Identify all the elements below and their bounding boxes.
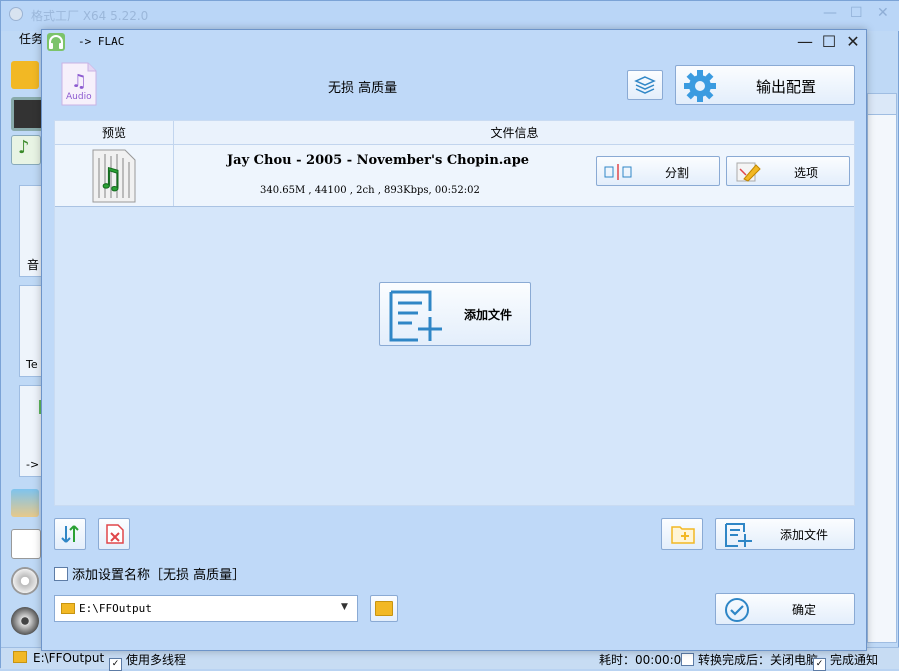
folder-icon[interactable]: [11, 61, 39, 89]
status-folder-icon[interactable]: [13, 651, 27, 666]
split-icon: [604, 164, 632, 183]
center-add-file-button[interactable]: 添加文件: [379, 282, 531, 346]
add-folder-button[interactable]: [661, 518, 703, 550]
add-file-label: 添加文件: [780, 528, 829, 542]
browse-folder-button[interactable]: [370, 595, 398, 622]
file-table: 预览 文件信息 ♫ Jay Chou - 2005 - November's C…: [54, 120, 855, 506]
options-label: 选项: [794, 166, 819, 180]
add-file-button[interactable]: 添加文件: [715, 518, 855, 550]
headphones-icon: [45, 31, 67, 53]
output-folder-select[interactable]: E:\FFOutput ▼: [54, 595, 358, 622]
side-label: 音: [27, 258, 40, 272]
svg-text:♫: ♫: [98, 162, 123, 195]
dialog-maximize-button[interactable]: ☐: [820, 32, 838, 51]
add-file-icon: [724, 522, 754, 551]
document-category-icon[interactable]: [11, 529, 41, 559]
app-logo-icon: [9, 7, 23, 21]
multithread-label: 使用多线程: [126, 653, 187, 667]
side-label: Te: [26, 358, 38, 371]
layers-button[interactable]: [627, 70, 663, 100]
multithread-checkbox[interactable]: ✓ 使用多线程: [109, 651, 186, 671]
video-category-icon[interactable]: [11, 97, 45, 131]
remove-file-button[interactable]: [98, 518, 130, 550]
ok-button[interactable]: 确定: [715, 593, 855, 625]
file-name: Jay Chou - 2005 - November's Chopin.ape: [227, 153, 530, 168]
folder-icon: [61, 603, 75, 614]
after-convert-label: 转换完成后：关闭电脑: [698, 653, 819, 667]
after-convert-option[interactable]: 转换完成后：关闭电脑: [681, 651, 818, 668]
elapsed-time: 耗时：00:00:00: [599, 653, 689, 667]
music-file-icon: ♫: [89, 148, 139, 207]
column-header-preview: 预览: [55, 121, 174, 145]
checkbox-unchecked-icon: [681, 653, 694, 666]
notify-label: 完成通知: [830, 653, 879, 667]
table-row[interactable]: ♫ Jay Chou - 2005 - November's Chopin.ap…: [55, 145, 854, 207]
add-setting-name-label: 添加设置名称［无损 高质量］: [72, 568, 246, 583]
main-title: 格式工厂 X64 5.22.0: [31, 9, 149, 23]
status-output-path: E:\FFOutput: [33, 651, 105, 665]
options-button[interactable]: 选项: [726, 156, 850, 186]
chevron-down-icon: ▼: [341, 602, 348, 612]
checkbox-unchecked-icon: [54, 567, 68, 581]
utilities-category-icon[interactable]: [11, 607, 39, 635]
add-file-icon: [388, 289, 446, 346]
sort-arrows-icon: [60, 524, 80, 547]
preview-cell: ♫: [55, 145, 174, 206]
category-sidebar: ♪ 音 Te ->: [5, 59, 49, 669]
center-add-file-label: 添加文件: [464, 308, 513, 322]
column-header-file-info: 文件信息: [490, 126, 539, 140]
side-label: ->: [26, 458, 40, 471]
remove-file-icon: [105, 523, 125, 548]
dialog-title: -> FLAC: [78, 35, 125, 48]
task-list-panel: [867, 93, 897, 643]
file-details: 340.65M , 44100 , 2ch , 893Kbps, 00:52:0…: [260, 185, 480, 196]
disc-category-icon[interactable]: [11, 567, 39, 595]
open-folder-icon: [375, 601, 393, 616]
ok-label: 确定: [792, 603, 817, 617]
main-close-button[interactable]: ✕: [877, 5, 889, 21]
output-config-button[interactable]: 输出配置: [675, 65, 855, 105]
main-minimize-button[interactable]: —: [823, 5, 837, 21]
add-folder-icon: [671, 524, 695, 547]
audio-icon-label: Audio: [66, 92, 92, 102]
notify-checkbox[interactable]: ✓ 完成通知: [813, 651, 878, 671]
picture-category-icon[interactable]: [11, 489, 39, 517]
dialog-close-button[interactable]: ✕: [844, 32, 862, 51]
output-config-label: 输出配置: [756, 78, 817, 96]
sort-button[interactable]: [54, 518, 86, 550]
dialog-minimize-button[interactable]: —: [796, 32, 814, 51]
task-list-header: [867, 93, 897, 115]
checkbox-checked-icon: ✓: [109, 658, 122, 671]
options-icon: [736, 161, 762, 186]
add-setting-name-checkbox[interactable]: 添加设置名称［无损 高质量］: [54, 564, 245, 583]
audio-format-icon: ♫ Audio: [60, 61, 98, 107]
layers-icon: [634, 75, 656, 98]
main-titlebar: 格式工厂 X64 5.22.0 — ☐ ✕: [1, 1, 899, 31]
main-menu-tasks[interactable]: 任务: [19, 30, 43, 47]
main-maximize-button[interactable]: ☐: [850, 5, 863, 21]
split-button[interactable]: 分割: [596, 156, 720, 186]
output-path-value: E:\FFOutput: [79, 602, 152, 615]
audio-category-icon[interactable]: ♪: [11, 135, 41, 165]
checkbox-checked-icon: ✓: [813, 658, 826, 671]
svg-text:♫: ♫: [71, 71, 87, 92]
table-header: 预览 文件信息: [55, 121, 854, 145]
format-dialog: -> FLAC — ☐ ✕ ♫ Audio 无损 高质量 输出配置 预览 文件信…: [41, 29, 867, 651]
profile-quality-label: 无损 高质量: [328, 81, 398, 96]
checkmark-circle-icon: [724, 597, 750, 626]
split-label: 分割: [665, 166, 690, 180]
dialog-titlebar: -> FLAC — ☐ ✕: [42, 30, 866, 56]
gear-icon: [682, 68, 718, 107]
